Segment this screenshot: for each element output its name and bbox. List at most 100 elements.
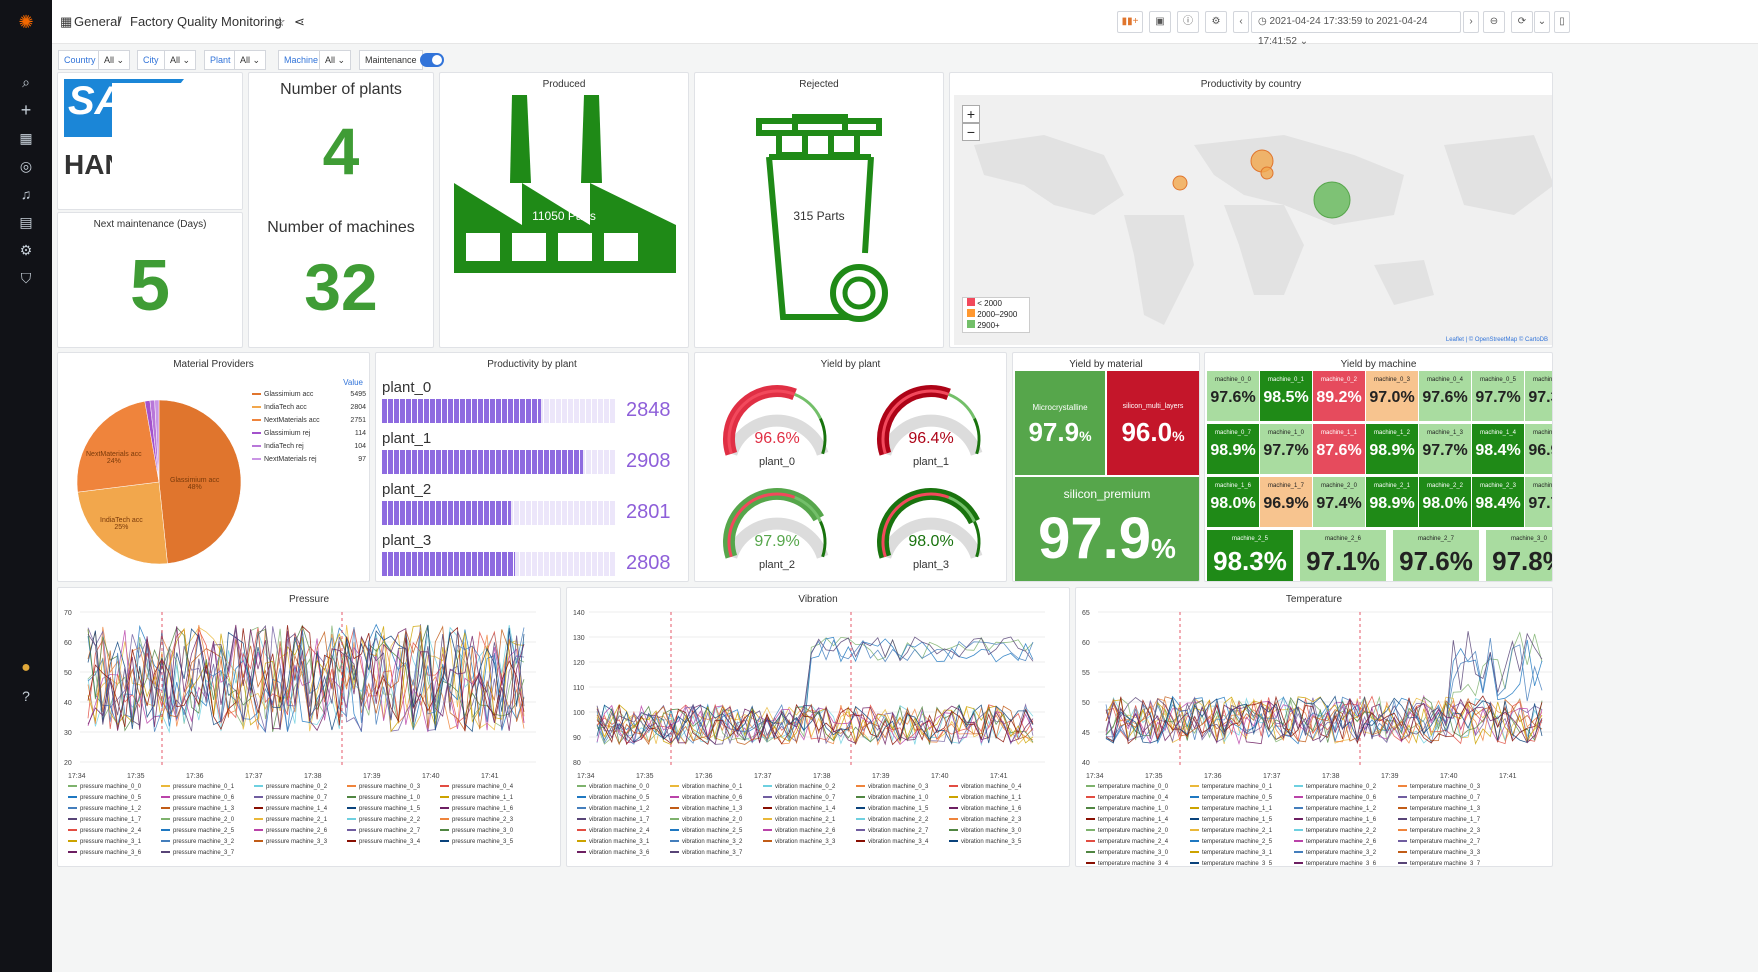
info-icon-button[interactable]: ⓘ xyxy=(1177,11,1199,33)
series-legend-item[interactable]: temperature machine_1_4 xyxy=(1086,817,1168,823)
series-legend-item[interactable]: temperature machine_1_2 xyxy=(1294,806,1376,812)
series-legend-item[interactable]: pressure machine_2_1 xyxy=(254,817,327,823)
series-legend-item[interactable]: pressure machine_0_1 xyxy=(161,784,234,790)
series-legend-item[interactable]: temperature machine_3_4 xyxy=(1086,861,1168,866)
machine-cell[interactable]: machine_2_0 97.4% xyxy=(1313,477,1365,527)
series-legend-item[interactable]: pressure machine_1_3 xyxy=(161,806,234,812)
series-legend-item[interactable]: temperature machine_1_0 xyxy=(1086,806,1168,812)
series-legend-item[interactable]: vibration machine_1_1 xyxy=(949,795,1021,801)
series-legend-item[interactable]: vibration machine_3_3 xyxy=(763,839,835,845)
series-legend-item[interactable]: vibration machine_0_6 xyxy=(670,795,742,801)
series-legend-item[interactable]: temperature machine_0_7 xyxy=(1398,795,1480,801)
series-legend-item[interactable]: pressure machine_2_6 xyxy=(254,828,327,834)
series-legend-item[interactable]: pressure machine_1_7 xyxy=(68,817,141,823)
series-legend-item[interactable]: temperature machine_2_0 xyxy=(1086,828,1168,834)
machine-cell[interactable]: machine_0_6 97.3% xyxy=(1525,371,1552,421)
machine-cell[interactable]: machine_1_4 98.4% xyxy=(1472,424,1524,474)
series-legend-item[interactable]: vibration machine_2_4 xyxy=(577,828,649,834)
save-dashboard-button[interactable]: ▣ xyxy=(1149,11,1171,33)
series-legend-item[interactable]: temperature machine_0_3 xyxy=(1398,784,1480,790)
series-legend-item[interactable]: vibration machine_2_6 xyxy=(763,828,835,834)
series-legend-item[interactable]: vibration machine_0_7 xyxy=(763,795,835,801)
user-avatar[interactable]: ● xyxy=(14,656,38,680)
machine-cell[interactable]: machine_1_3 97.7% xyxy=(1419,424,1471,474)
pie-legend-item[interactable]: IndiaTech rej 104 xyxy=(252,443,366,450)
settings-gear-icon[interactable]: ⚙ xyxy=(14,238,38,262)
share-icon[interactable]: ⋖ xyxy=(294,14,305,30)
series-legend-item[interactable]: vibration machine_1_4 xyxy=(763,806,835,812)
series-legend-item[interactable]: pressure machine_0_3 xyxy=(347,784,420,790)
series-legend-item[interactable]: vibration machine_2_1 xyxy=(763,817,835,823)
series-legend-item[interactable]: pressure machine_2_7 xyxy=(347,828,420,834)
series-legend-item[interactable]: pressure machine_2_3 xyxy=(440,817,513,823)
series-legend-item[interactable]: pressure machine_3_0 xyxy=(440,828,513,834)
dashboards-grid-icon[interactable]: ▦ xyxy=(14,126,38,150)
star-icon[interactable]: ☆ xyxy=(274,14,286,30)
series-legend-item[interactable]: vibration machine_2_5 xyxy=(670,828,742,834)
series-legend-item[interactable]: pressure machine_2_2 xyxy=(347,817,420,823)
breadcrumb-folder[interactable]: General xyxy=(74,14,120,29)
series-legend-item[interactable]: vibration machine_1_0 xyxy=(856,795,928,801)
machine-cell[interactable]: machine_0_0 97.6% xyxy=(1207,371,1259,421)
zoom-out-button[interactable]: − xyxy=(962,123,980,141)
series-legend-item[interactable]: temperature machine_0_5 xyxy=(1190,795,1272,801)
machine-cell[interactable]: machine_1_2 98.9% xyxy=(1366,424,1418,474)
series-legend-item[interactable]: temperature machine_0_0 xyxy=(1086,784,1168,790)
series-legend-item[interactable]: vibration machine_3_1 xyxy=(577,839,649,845)
machine-cell[interactable]: machine_2_1 98.9% xyxy=(1366,477,1418,527)
time-range-picker[interactable]: ◷ 2021-04-24 17:33:59 to 2021-04-24 17:4… xyxy=(1251,11,1461,47)
series-legend-item[interactable]: pressure machine_3_2 xyxy=(161,839,234,845)
maintenance-toggle[interactable] xyxy=(420,53,444,67)
var-plant-select[interactable]: All ⌄ xyxy=(234,50,267,70)
series-legend-item[interactable]: pressure machine_3_7 xyxy=(161,850,234,856)
machine-cell[interactable]: machine_1_0 97.7% xyxy=(1260,424,1312,474)
machine-cell[interactable]: machine_0_1 98.5% xyxy=(1260,371,1312,421)
series-legend-item[interactable]: vibration machine_0_2 xyxy=(763,784,835,790)
document-icon[interactable]: ▤ xyxy=(14,210,38,234)
series-legend-item[interactable]: temperature machine_2_1 xyxy=(1190,828,1272,834)
series-legend-item[interactable]: pressure machine_0_2 xyxy=(254,784,327,790)
series-legend-item[interactable]: vibration machine_2_7 xyxy=(856,828,928,834)
pie-legend-item[interactable]: Glassimium rej 114 xyxy=(252,430,366,437)
series-legend-item[interactable]: vibration machine_1_3 xyxy=(670,806,742,812)
series-legend-item[interactable]: vibration machine_0_3 xyxy=(856,784,928,790)
series-legend-item[interactable]: temperature machine_2_5 xyxy=(1190,839,1272,845)
series-legend-item[interactable]: pressure machine_1_4 xyxy=(254,806,327,812)
machine-cell[interactable]: machine_0_2 89.2% xyxy=(1313,371,1365,421)
series-legend-item[interactable]: temperature machine_2_6 xyxy=(1294,839,1376,845)
series-legend-item[interactable]: temperature machine_1_6 xyxy=(1294,817,1376,823)
machine-cell[interactable]: machine_0_7 98.9% xyxy=(1207,424,1259,474)
series-legend-item[interactable]: temperature machine_3_6 xyxy=(1294,861,1376,866)
series-legend-item[interactable]: pressure machine_0_0 xyxy=(68,784,141,790)
series-legend-item[interactable]: temperature machine_1_5 xyxy=(1190,817,1272,823)
series-legend-item[interactable]: vibration machine_1_7 xyxy=(577,817,649,823)
series-legend-item[interactable]: temperature machine_1_7 xyxy=(1398,817,1480,823)
series-legend-item[interactable]: temperature machine_2_3 xyxy=(1398,828,1480,834)
series-legend-item[interactable]: temperature machine_0_6 xyxy=(1294,795,1376,801)
series-legend-item[interactable]: temperature machine_2_4 xyxy=(1086,839,1168,845)
series-legend-item[interactable]: pressure machine_3_6 xyxy=(68,850,141,856)
help-icon[interactable]: ? xyxy=(14,684,38,708)
var-country-select[interactable]: All ⌄ xyxy=(98,50,131,70)
search-icon[interactable]: ⌕ xyxy=(14,70,38,94)
series-legend-item[interactable]: pressure machine_0_6 xyxy=(161,795,234,801)
series-legend-item[interactable]: vibration machine_0_5 xyxy=(577,795,649,801)
time-back-button[interactable]: ‹ xyxy=(1233,11,1249,33)
series-legend-item[interactable]: temperature machine_0_1 xyxy=(1190,784,1272,790)
series-legend-item[interactable]: temperature machine_2_2 xyxy=(1294,828,1376,834)
series-legend-item[interactable]: temperature machine_3_0 xyxy=(1086,850,1168,856)
explore-compass-icon[interactable]: ◎ xyxy=(14,154,38,178)
series-legend-item[interactable]: pressure machine_0_7 xyxy=(254,795,327,801)
series-legend-item[interactable]: vibration machine_3_7 xyxy=(670,850,742,856)
var-city-select[interactable]: All ⌄ xyxy=(164,50,197,70)
series-legend-item[interactable]: pressure machine_2_0 xyxy=(161,817,234,823)
dashboard-title[interactable]: Factory Quality Monitoring xyxy=(130,14,282,29)
world-map[interactable] xyxy=(954,95,1553,345)
add-panel-button[interactable]: ▮▮+ xyxy=(1117,11,1143,33)
series-legend-item[interactable]: pressure machine_0_4 xyxy=(440,784,513,790)
series-legend-item[interactable]: temperature machine_3_3 xyxy=(1398,850,1480,856)
series-legend-item[interactable]: temperature machine_2_7 xyxy=(1398,839,1480,845)
series-legend-item[interactable]: vibration machine_1_5 xyxy=(856,806,928,812)
machine-cell[interactable]: machine_0_4 97.6% xyxy=(1419,371,1471,421)
machine-cell[interactable]: machine_0_5 97.7% xyxy=(1472,371,1524,421)
